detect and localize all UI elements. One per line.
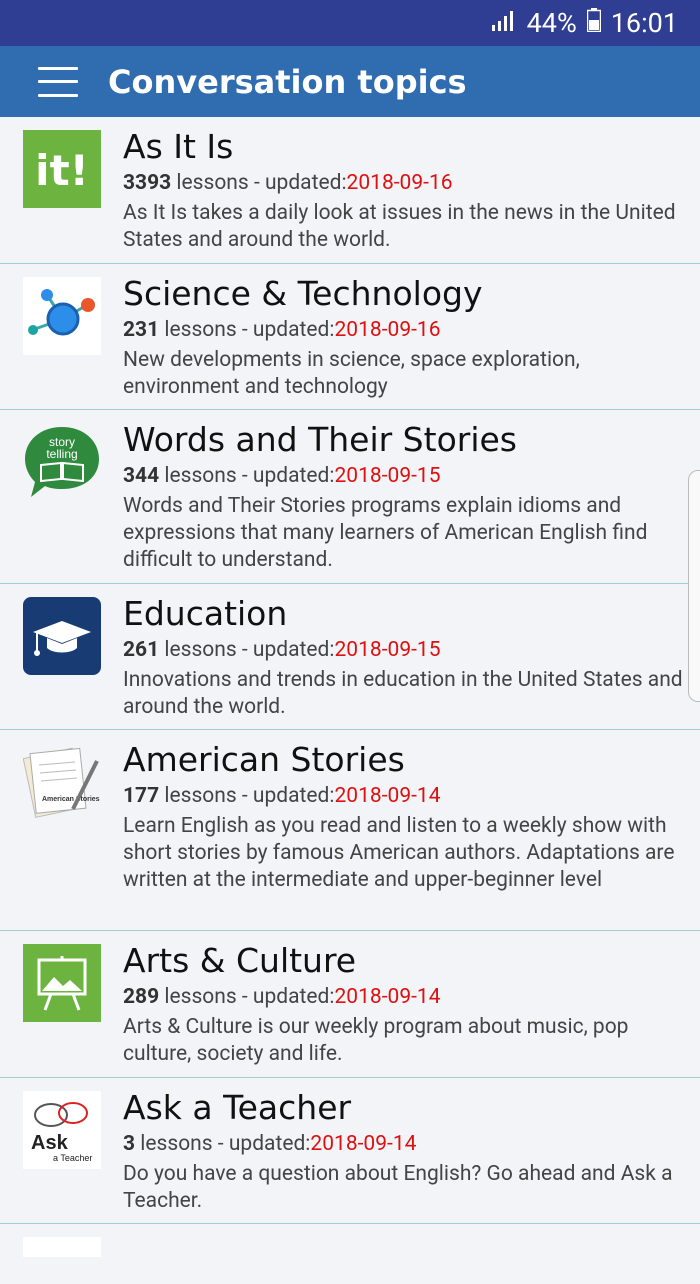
paper-pen-icon: American Stories: [22, 743, 101, 821]
item-desc: Arts & Culture is our weekly program abo…: [123, 1015, 629, 1066]
battery-icon: [586, 7, 601, 39]
item-desc: New developments in science, space explo…: [123, 348, 580, 399]
svg-text:it!: it!: [35, 146, 89, 195]
item-meta: 231 lessons - updated:2018-09-16: [123, 318, 441, 342]
clock: 16:01: [610, 7, 678, 39]
partial-thumb: [23, 1237, 101, 1257]
as-it-is-logo: it!: [23, 130, 101, 208]
svg-text:Ask: Ask: [31, 1132, 69, 1154]
item-meta: 3393 lessons - updated:2018-09-16: [123, 171, 453, 195]
svg-text:telling: telling: [46, 447, 77, 461]
item-title: Science & Technology: [123, 274, 483, 313]
list-item[interactable]: Education 261 lessons - updated:2018-09-…: [0, 584, 700, 730]
list-item[interactable]: Arts & Culture 289 lessons - updated:201…: [0, 931, 700, 1078]
menu-icon[interactable]: [38, 66, 78, 97]
item-title: As It Is: [123, 127, 234, 166]
item-meta: 344 lessons - updated:2018-09-15: [123, 464, 441, 488]
item-desc: Innovations and trends in education in t…: [123, 668, 683, 719]
status-bar: 44% 16:01: [0, 0, 700, 46]
item-desc: As It Is takes a daily look at issues in…: [123, 201, 676, 252]
item-title: American Stories: [123, 740, 405, 779]
topic-list: it! As It Is 3393 lessons - updated:2018…: [0, 117, 700, 1284]
page-title: Conversation topics: [108, 62, 467, 101]
graduation-cap-icon: [23, 597, 101, 675]
easel-icon: [23, 944, 101, 1022]
molecule-icon: [23, 277, 101, 355]
list-item[interactable]: Ask a Teacher Ask a Teacher 3 lessons - u…: [0, 1078, 700, 1224]
item-meta: 261 lessons - updated:2018-09-15: [123, 638, 441, 662]
item-desc: Learn English as you read and listen to …: [123, 814, 675, 892]
app-bar: Conversation topics: [0, 46, 700, 117]
ask-teacher-logo: Ask a Teacher: [23, 1091, 101, 1169]
item-meta: 289 lessons - updated:2018-09-14: [123, 985, 441, 1009]
item-title: Words and Their Stories: [123, 420, 517, 459]
item-desc: Words and Their Stories programs explain…: [123, 494, 648, 572]
svg-text:American Stories: American Stories: [42, 796, 100, 803]
item-desc: Do you have a question about English? Go…: [123, 1162, 673, 1213]
svg-text:a Teacher: a Teacher: [53, 1153, 92, 1163]
list-item[interactable]: [0, 1224, 700, 1284]
signal-icon: [491, 7, 517, 39]
battery-percent: 44%: [526, 7, 577, 39]
list-item[interactable]: story telling Words and Their Stories 344…: [0, 410, 700, 584]
item-meta: 177 lessons - updated:2018-09-14: [123, 784, 441, 808]
storytelling-icon: story telling: [23, 423, 101, 501]
item-title: Education: [123, 594, 288, 633]
list-item[interactable]: American Stories American Stories 177 le…: [0, 730, 700, 931]
item-meta: 3 lessons - updated:2018-09-14: [123, 1132, 417, 1156]
item-title: Arts & Culture: [123, 941, 357, 980]
item-title: Ask a Teacher: [123, 1088, 352, 1127]
list-item[interactable]: it! As It Is 3393 lessons - updated:2018…: [0, 117, 700, 264]
fast-scroll-handle[interactable]: [688, 470, 700, 702]
list-item[interactable]: Science & Technology 231 lessons - updat…: [0, 264, 700, 410]
